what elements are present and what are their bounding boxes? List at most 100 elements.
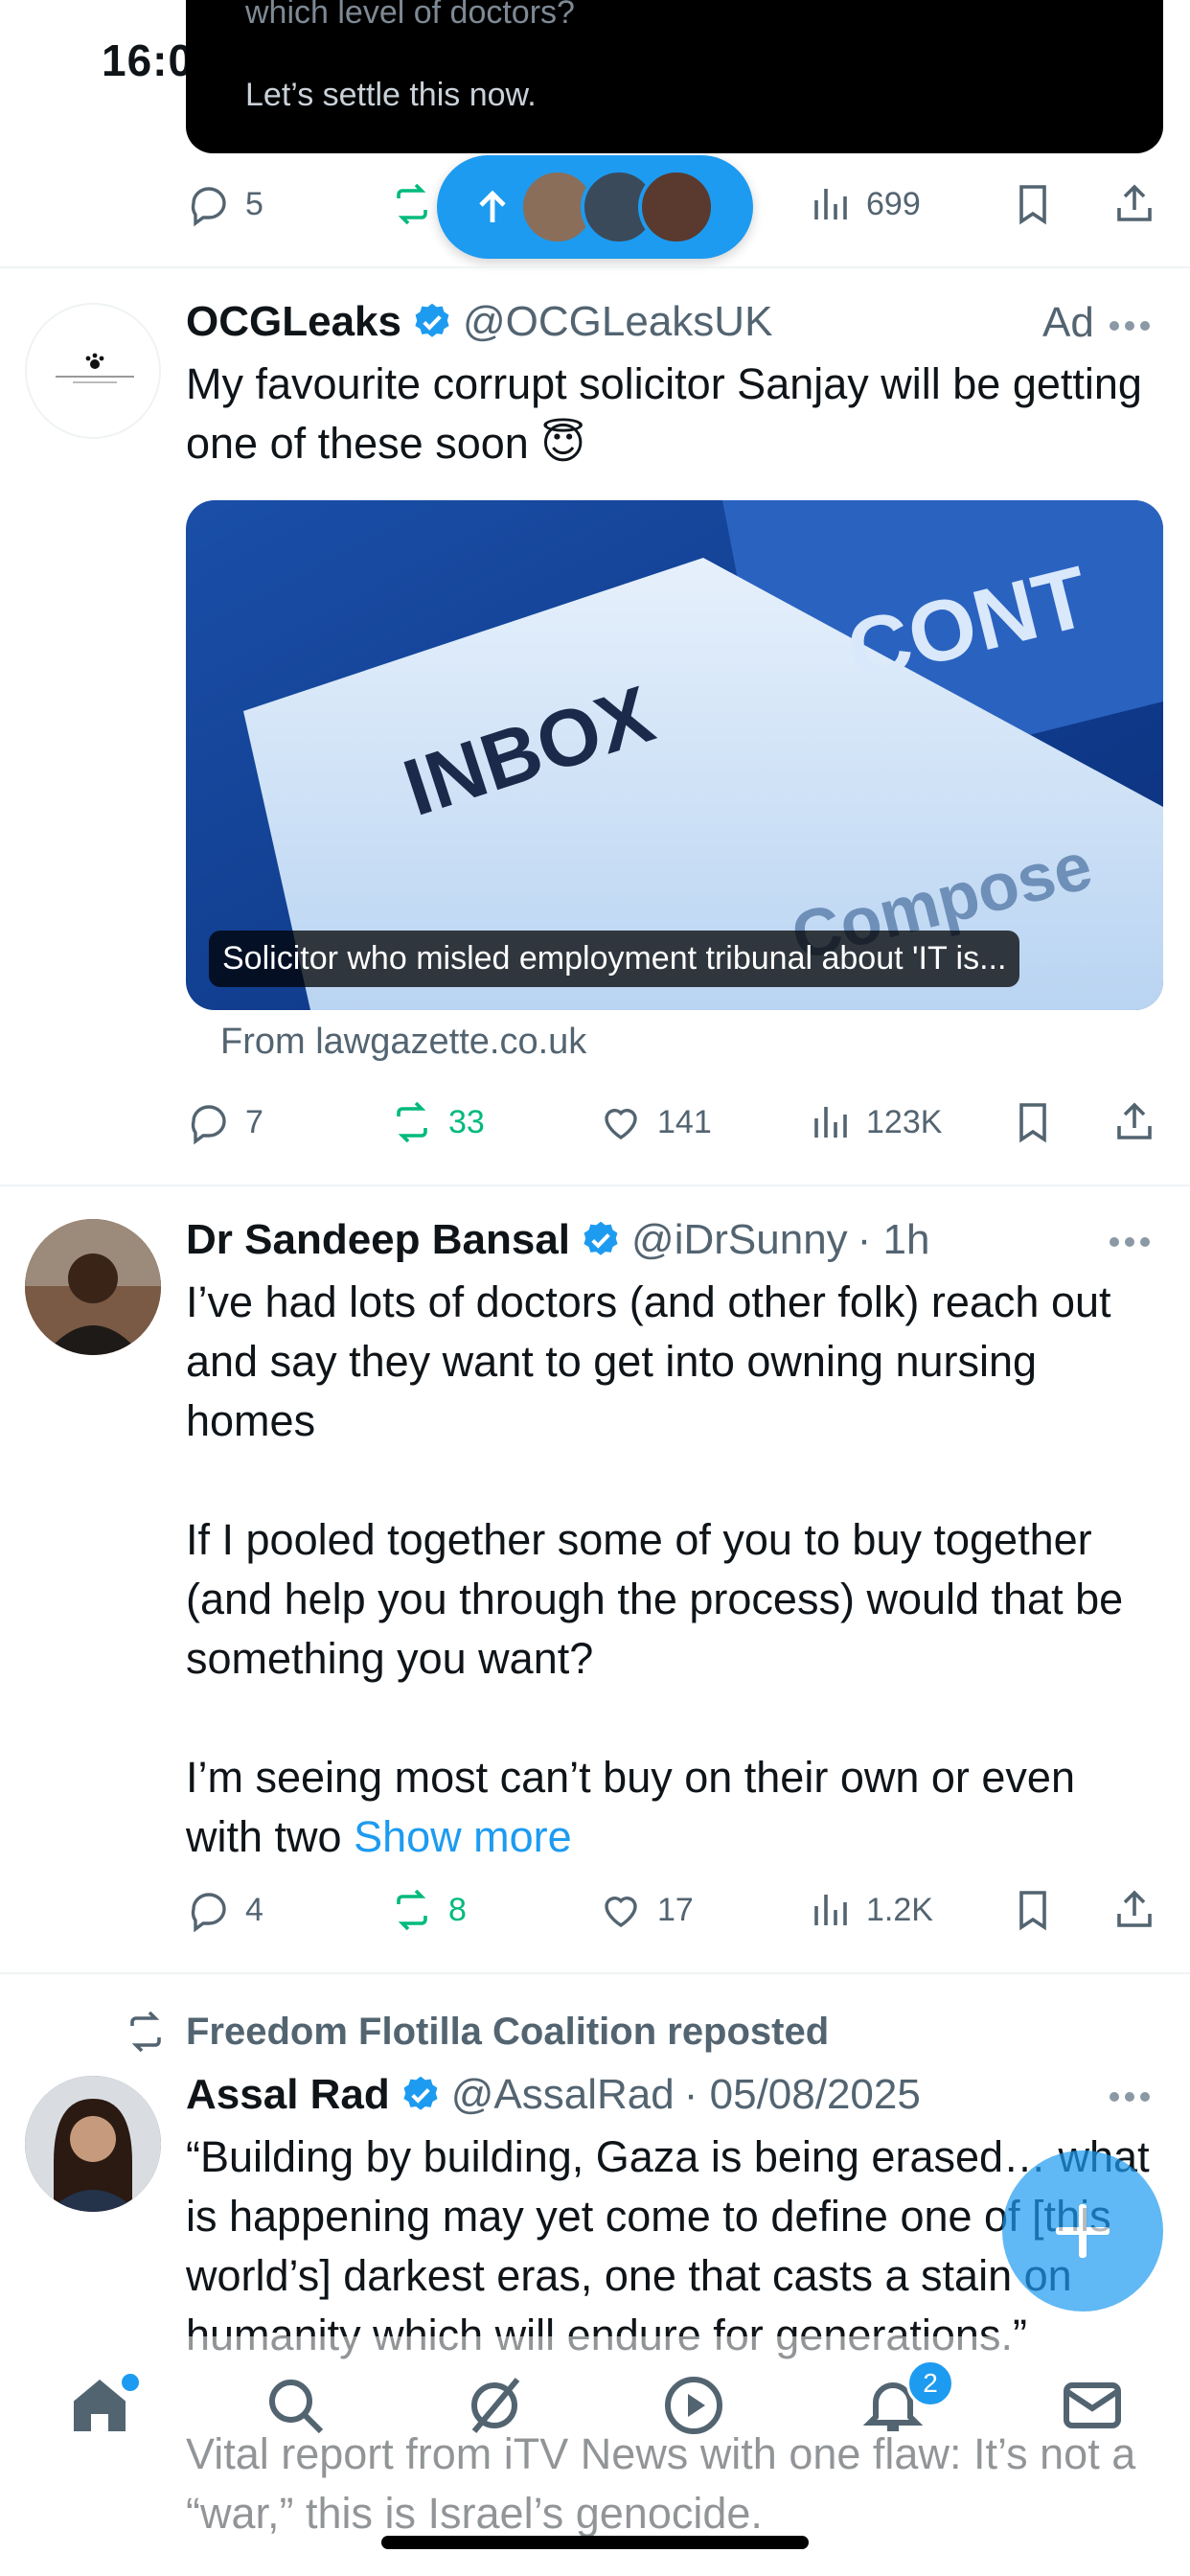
ad-label: Ad: [1042, 299, 1094, 346]
tweet-text: I’ve had lots of doctors (and other folk…: [186, 1273, 1163, 1867]
reply-count: 5: [245, 185, 263, 222]
tweet-text: My favourite corrupt solicitor Sanjay wi…: [186, 359, 1155, 468]
author-handle[interactable]: @AssalRad: [451, 2071, 675, 2119]
views-count: 1.2K: [866, 1891, 933, 1928]
reply-icon: [191, 1105, 226, 1145]
like-count: 141: [657, 1103, 712, 1140]
card-source[interactable]: From lawgazette.co.uk: [220, 1022, 586, 1063]
reply-count: 7: [245, 1103, 263, 1140]
reposted-by-label[interactable]: Freedom Flotilla Coalition reposted: [186, 2011, 829, 2054]
share-button[interactable]: [1111, 1876, 1157, 1944]
avatar[interactable]: [25, 2076, 161, 2212]
share-icon: [1117, 1890, 1152, 1927]
bookmark-button[interactable]: [1010, 171, 1056, 238]
pill-avatar-3: [638, 169, 715, 245]
messages-icon: [1064, 2382, 1121, 2428]
post-time[interactable]: · 1h: [858, 1216, 930, 1264]
views-button[interactable]: 699: [807, 171, 921, 238]
show-more-link[interactable]: Show more: [354, 1812, 572, 1861]
views-icon: [814, 1895, 847, 1925]
tweet3-header: Assal Rad @AssalRad · 05/08/2025: [186, 2066, 921, 2124]
nav-home[interactable]: [65, 2371, 142, 2440]
divider: [0, 1184, 1190, 1186]
reply-button[interactable]: 5: [186, 171, 263, 238]
like-count: 17: [657, 1891, 694, 1928]
home-indicator: [381, 2536, 809, 2549]
author-handle[interactable]: @iDrSunny: [631, 1216, 848, 1264]
verified-icon: [415, 303, 449, 337]
paw-logo-icon: [56, 353, 134, 383]
repost-icon: [397, 1101, 427, 1143]
tweet1-header: OCGLeaks @OCGLeaksUK: [186, 293, 772, 351]
heart-icon: [605, 1897, 637, 1927]
bookmark-icon: [1019, 185, 1046, 225]
avatar[interactable]: [25, 1219, 161, 1355]
reply-count: 4: [245, 1891, 263, 1928]
grok-icon: [471, 2378, 520, 2433]
tweet2-actions: 4 8 17 1.2K: [186, 1876, 1173, 1944]
author-handle[interactable]: @OCGLeaksUK: [463, 298, 772, 346]
share-icon: [1117, 1102, 1152, 1139]
tweet1-actions: 7 33 141 123K: [186, 1089, 1173, 1156]
author-name[interactable]: Dr Sandeep Bansal: [186, 1216, 570, 1264]
repost-icon: [397, 183, 427, 225]
nav-messages[interactable]: [1058, 2371, 1127, 2440]
unread-dot: [119, 2371, 142, 2394]
bookmark-icon: [1019, 1103, 1046, 1143]
search-icon: [269, 2380, 324, 2434]
views-count: 699: [866, 185, 921, 222]
nav-video[interactable]: [659, 2371, 728, 2440]
repost-count: 8: [448, 1891, 467, 1928]
more-options-button[interactable]: [1110, 1234, 1157, 1254]
share-button[interactable]: [1111, 171, 1157, 238]
tooltip-bubble: which level of doctors? Let’s settle thi…: [186, 0, 1163, 153]
verified-icon: [584, 1221, 618, 1255]
card-caption: Solicitor who misled employment tribunal…: [209, 931, 1020, 987]
share-button[interactable]: [1111, 1089, 1157, 1156]
repost-icon: [397, 1889, 427, 1931]
video-icon: [665, 2377, 722, 2434]
arrow-up-icon: [479, 190, 506, 222]
views-icon: [814, 1107, 847, 1138]
repost-count: 33: [448, 1103, 485, 1140]
new-posts-pill[interactable]: [437, 155, 753, 259]
tooltip-line-2: Let’s settle this now.: [245, 77, 537, 113]
bookmark-icon: [1019, 1891, 1046, 1931]
reply-icon: [191, 1893, 226, 1933]
views-count: 123K: [866, 1103, 943, 1140]
tooltip-line-1: which level of doctors?: [245, 0, 575, 31]
divider: [0, 1972, 1190, 1974]
person-photo: [25, 1219, 161, 1355]
nav-search[interactable]: [261, 2371, 330, 2440]
more-options-button[interactable]: [1110, 318, 1157, 337]
post-time[interactable]: · 05/08/2025: [684, 2071, 921, 2119]
tweet2-header: Dr Sandeep Bansal @iDrSunny · 1h: [186, 1211, 930, 1269]
repost-button[interactable]: [389, 171, 435, 238]
divider: [0, 266, 1190, 268]
share-icon: [1117, 184, 1152, 221]
more-options-button[interactable]: [1110, 2089, 1157, 2108]
bookmark-button[interactable]: [1010, 1876, 1056, 1944]
reply-button[interactable]: 7: [186, 1089, 263, 1156]
bookmark-button[interactable]: [1010, 1089, 1056, 1156]
views-icon: [814, 189, 847, 219]
nav-grok[interactable]: [460, 2371, 529, 2440]
repost-button[interactable]: 33: [389, 1089, 485, 1156]
notifications-badge: 2: [906, 2359, 954, 2407]
repost-button[interactable]: 8: [389, 1876, 467, 1944]
compose-post-button[interactable]: [1002, 2150, 1163, 2312]
like-button[interactable]: 141: [598, 1089, 712, 1156]
person-photo: [25, 2076, 161, 2212]
reply-button[interactable]: 4: [186, 1876, 263, 1944]
reply-icon: [191, 187, 226, 227]
status-time: 16:0: [102, 35, 195, 85]
views-button[interactable]: 123K: [807, 1089, 942, 1156]
author-name[interactable]: OCGLeaks: [186, 298, 401, 346]
nav-notifications[interactable]: 2: [858, 2359, 954, 2440]
avatar[interactable]: [25, 303, 161, 439]
like-button[interactable]: 17: [598, 1876, 694, 1944]
author-name[interactable]: Assal Rad: [186, 2071, 390, 2119]
verified-icon: [403, 2076, 438, 2110]
link-card-image[interactable]: INBOX CONT Compose Solicitor who misled …: [186, 500, 1163, 1010]
views-button[interactable]: 1.2K: [807, 1876, 933, 1944]
